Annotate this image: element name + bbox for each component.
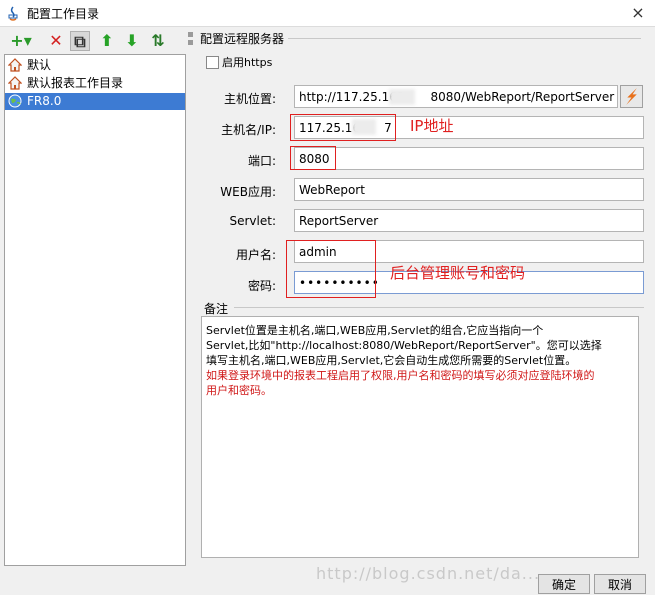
ip-highlight-box [290,114,396,141]
move-down-button[interactable]: ⬇ [122,31,142,51]
servlet-field[interactable]: ReportServer [294,209,644,232]
home-icon [8,76,22,90]
panel-splitter[interactable] [187,30,194,566]
port-field[interactable]: 8080 [294,147,644,170]
notes-line: 填写主机名,端口,WEB应用,Servlet,它会自动生成您所需要的Servle… [206,354,577,367]
ip-label: 主机名/IP: [221,123,276,137]
notes-line: Servlet位置是主机名,端口,WEB应用,Servlet的组合,它应当指向一… [206,324,544,337]
close-button[interactable]: × [627,2,649,24]
tree-item-label: 默认报表工作目录 [27,76,124,90]
notes-title: 备注 [204,302,229,316]
port-highlight-box [290,146,336,170]
notes-divider [234,307,644,308]
notes-line: Servlet,比如"http://localhost:8080/WebRepo… [206,339,602,352]
host-url-tail: 8080/WebReport/ReportServer [430,90,615,104]
tree-item-label: 默认 [27,58,52,72]
notes-warning-line: 用户和密码。 [206,384,272,397]
add-button[interactable]: +▾ [8,31,34,51]
redaction-mask [389,89,415,105]
host-label: 主机位置: [223,92,276,106]
password-label: 密码: [247,279,276,293]
web-app-field[interactable]: WebReport [294,178,644,201]
close-icon: × [631,3,645,22]
https-checkbox[interactable] [206,56,219,69]
watermark: http://blog.csdn.net/da... [316,564,541,583]
delete-button[interactable]: ✕ [46,31,66,51]
workspace-toolbar: +▾ ✕ ⧉ ⬆ ⬇ ⇅ [4,30,186,52]
notes-textarea[interactable]: Servlet位置是主机名,端口,WEB应用,Servlet的组合,它应当指向一… [201,316,639,558]
splitter-arrow-icon [188,32,193,37]
workspace-tree: 默认 默认报表工作目录 FR8.0 [4,54,186,566]
account-annotation: 后台管理账号和密码 [390,264,526,282]
lightning-icon [626,88,637,105]
move-up-button[interactable]: ⬆ [97,31,117,51]
sort-icon: ⇅ [151,31,165,50]
username-label: 用户名: [235,248,276,262]
home-icon [8,58,22,72]
workspace-list-panel: +▾ ✕ ⧉ ⬆ ⬇ ⇅ 默认 默认报表工作目录 FR8.0 [4,30,186,566]
splitter-arrow-icon [188,40,193,45]
notes-warning-line: 如果登录环境中的报表工程启用了权限,用户名和密码的填写必须对应登陆环境的 [206,369,595,382]
add-icon: +▾ [10,31,32,50]
port-label: 端口: [247,154,276,168]
move-down-icon: ⬇ [125,31,139,50]
move-up-icon: ⬆ [100,31,114,50]
group-divider [286,38,641,39]
copy-icon: ⧉ [74,32,86,51]
window-title: 配置工作目录 [27,7,100,21]
tree-item-default-report-dir[interactable]: 默认报表工作目录 [5,75,185,92]
tree-item-label: FR8.0 [27,94,62,108]
ip-annotation: IP地址 [410,117,454,135]
group-title: 配置远程服务器 [200,30,289,47]
delete-icon: ✕ [49,31,63,50]
tree-item-default[interactable]: 默认 [5,57,185,74]
sort-button[interactable]: ⇅ [148,31,168,51]
servlet-value: ReportServer [299,214,379,228]
globe-icon [8,94,22,108]
test-connection-button[interactable] [620,85,643,108]
ok-button[interactable]: 确定 [538,574,590,594]
web-app-label: WEB应用: [220,185,276,199]
account-highlight-box [286,240,376,298]
https-checkbox-label: 启用https [222,56,273,69]
web-app-value: WebReport [299,183,365,197]
cancel-button[interactable]: 取消 [594,574,646,594]
java-app-icon [8,6,18,21]
host-url-field[interactable]: http://117.25.163 8080/WebReport/ReportSe… [294,85,618,108]
tree-item-fr8[interactable]: FR8.0 [5,93,185,110]
copy-button[interactable]: ⧉ [70,31,90,51]
title-bar: 配置工作目录 × [0,0,655,27]
servlet-label: Servlet: [229,214,277,228]
